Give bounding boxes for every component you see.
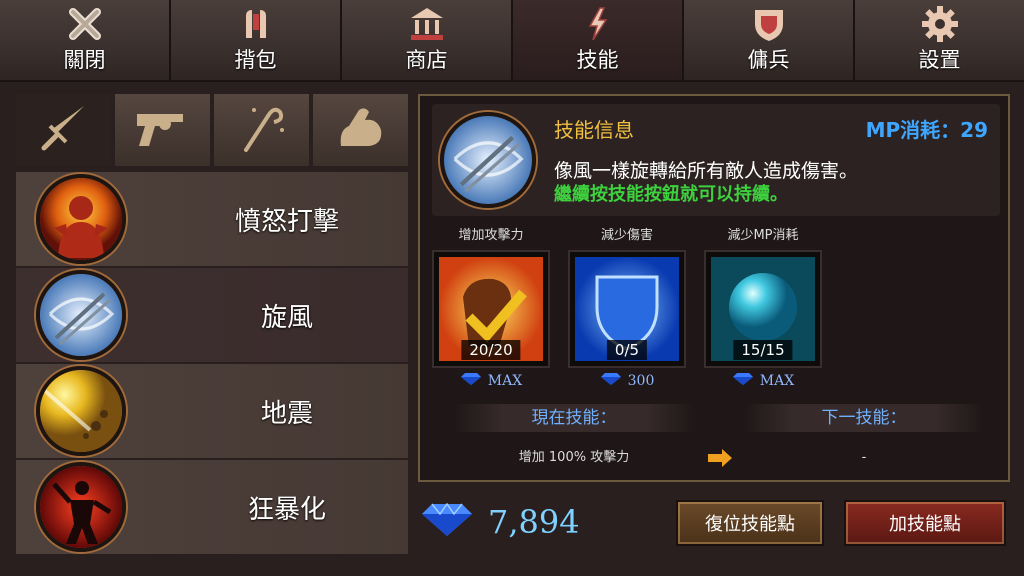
upgrade-cost-value: MAX [487,373,523,389]
sword-icon [36,100,92,160]
category-tab-staff[interactable] [214,94,309,166]
skill-name: 地震 [260,398,313,429]
upgrade-count: 20/20 [461,340,521,360]
gem-count: 7,894 [488,503,580,541]
upgrade-cost: MAX [460,372,522,390]
skill-icon [578,4,618,44]
upgrade-card[interactable]: 20/20 [432,250,550,368]
tab-label: 關閉 [63,48,106,72]
skill-info-box: 技能信息 MP消耗：29 像風一樣旋轉給所有敵人造成傷害。 繼續按技能按鈕就可以… [432,104,1000,216]
skill-compare-effects: 增加 100% 攻擊力 - [444,446,988,470]
upgrade-card[interactable]: 15/15 [704,250,822,368]
whirlwind-icon [440,112,536,208]
next-effect: - [861,450,867,465]
arrow-right-icon [706,446,734,470]
next-skill-label: 下一技能： [744,404,984,432]
skill-item-earthquake[interactable]: 地震 [16,364,408,458]
current-effect: 增加 100% 攻擊力 [518,450,630,465]
upgrade-count: 15/15 [733,340,793,360]
tab-label: 傭兵 [747,48,790,72]
revolver-icon [131,100,195,160]
tab-mercenary[interactable]: 傭兵 [684,0,853,82]
skill-info-title: 技能信息 [554,118,634,142]
skill-name: 狂暴化 [247,494,326,525]
category-tab-sword[interactable] [16,94,111,166]
close-icon [65,4,105,44]
add-skill-point-button[interactable]: 加技能點 [844,500,1006,546]
gem-icon [460,372,482,390]
upgrade-defense[interactable]: 減少傷害 0/5 300 [568,224,686,390]
tab-shop[interactable]: 商店 [342,0,511,82]
skill-compare-header: 現在技能： 下一技能： [444,404,988,432]
upgrade-label: 減少MP消耗 [727,228,799,243]
tab-close[interactable]: 關閉 [0,0,169,82]
tab-settings[interactable]: 設置 [855,0,1024,82]
upgrade-label: 減少傷害 [600,228,653,243]
skill-list: 憤怒打擊 旋風 地震 狂暴化 [16,172,408,554]
top-nav: 關閉 揹包 商店 技能 傭兵 設置 [0,0,1024,82]
current-skill-label: 現在技能： [454,404,694,432]
gem-balance: 7,894 [420,502,580,542]
staff-icon [234,100,290,160]
skill-name: 旋風 [260,302,313,333]
tab-label: 揹包 [234,48,277,72]
category-tabs [16,94,408,166]
berserk-icon [36,462,126,552]
mp-cost: MP消耗：29 [865,118,988,142]
skill-list-panel: 憤怒打擊 旋風 地震 狂暴化 [16,94,408,558]
tab-label: 設置 [918,48,961,72]
upgrade-cost-value: 300 [627,373,655,389]
skill-detail-panel: 技能信息 MP消耗：29 像風一樣旋轉給所有敵人造成傷害。 繼續按技能按鈕就可以… [418,94,1010,482]
skill-item-whirlwind[interactable]: 旋風 [16,268,408,362]
upgrade-label: 增加攻擊力 [458,228,524,243]
whirlwind-icon [36,270,126,360]
skill-hint: 繼續按技能按鈕就可以持續。 [554,184,788,205]
skill-name: 憤怒打擊 [234,206,339,237]
gem-icon [600,372,622,390]
gem-icon [420,502,474,542]
reset-skill-points-button[interactable]: 復位技能點 [676,500,824,546]
skill-item-rage-strike[interactable]: 憤怒打擊 [16,172,408,266]
tab-label: 技能 [576,48,619,72]
tab-skill[interactable]: 技能 [513,0,682,82]
shop-icon [407,4,447,44]
backpack-icon [236,4,276,44]
shield-icon [749,4,789,44]
upgrade-attack[interactable]: 增加攻擊力 20/20 MAX [432,224,550,390]
upgrade-mp[interactable]: 減少MP消耗 15/15 MAX [704,224,822,390]
tab-label: 商店 [405,48,448,72]
upgrade-list: 增加攻擊力 20/20 MAX 減少傷害 0/5 300 減少MP消耗 15/1… [432,224,822,390]
category-tab-gun[interactable] [115,94,210,166]
upgrade-card[interactable]: 0/5 [568,250,686,368]
gear-icon [920,4,960,44]
skill-description: 像風一樣旋轉給所有敵人造成傷害。 [554,160,859,182]
upgrade-cost: 300 [600,372,655,390]
muscle-arm-icon [333,100,389,160]
gem-icon [732,372,754,390]
earthquake-icon [36,366,126,456]
rage-strike-icon [36,174,126,264]
category-tab-strength[interactable] [313,94,408,166]
skill-item-berserk[interactable]: 狂暴化 [16,460,408,554]
upgrade-count: 0/5 [606,340,648,360]
tab-backpack[interactable]: 揹包 [171,0,340,82]
upgrade-cost: MAX [732,372,794,390]
upgrade-cost-value: MAX [759,373,795,389]
